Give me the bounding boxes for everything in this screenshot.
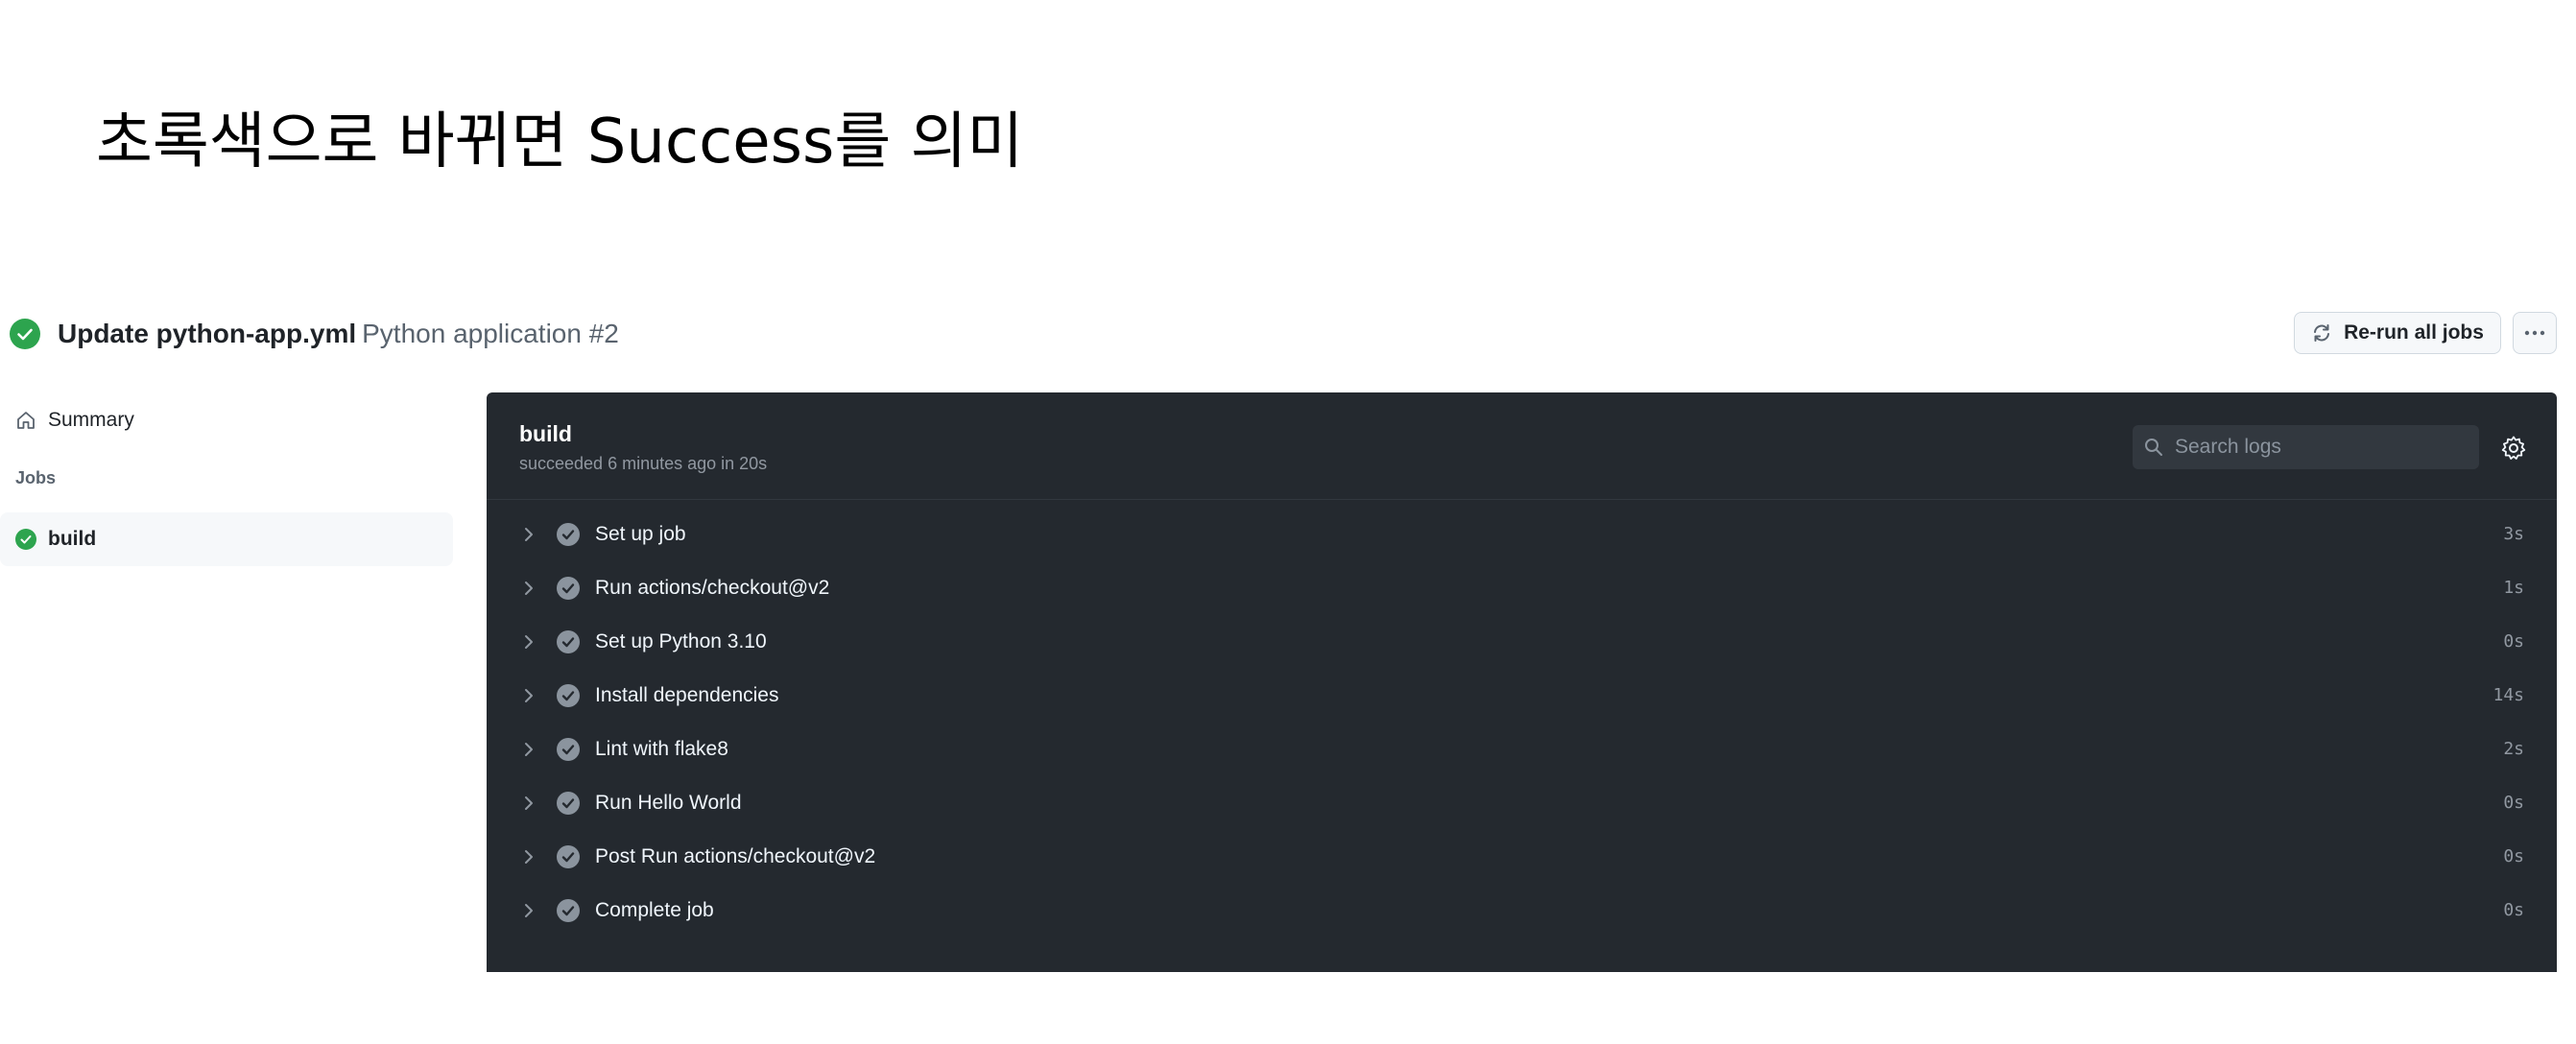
workflow-label: Python application #2	[362, 319, 619, 348]
step-duration: 1s	[2503, 578, 2524, 598]
chevron-right-icon	[525, 743, 533, 756]
step-row[interactable]: Set up job 3s	[487, 508, 2557, 561]
sidebar-job-label: build	[48, 528, 97, 550]
check-circle-fill-icon	[10, 319, 40, 349]
sync-icon	[2314, 324, 2330, 342]
home-icon	[17, 412, 35, 429]
step-duration: 2s	[2503, 739, 2524, 759]
job-log-panel: build succeeded 6 minutes ago in 20s Set…	[487, 392, 2557, 972]
search-logs-field[interactable]	[2133, 425, 2479, 469]
job-name: build	[519, 421, 572, 446]
sidebar-summary-label: Summary	[48, 409, 134, 431]
step-row[interactable]: Set up Python 3.10 0s	[487, 615, 2557, 669]
check-circle-fill-icon	[557, 845, 580, 868]
step-row[interactable]: Install dependencies 14s	[487, 669, 2557, 723]
run-title: Update python-app.yml Python application …	[58, 311, 619, 357]
step-duration: 0s	[2503, 846, 2524, 866]
step-name: Lint with flake8	[595, 738, 728, 760]
rerun-all-jobs-label: Re-run all jobs	[2344, 321, 2484, 344]
sidebar-item-summary[interactable]: Summary	[0, 393, 453, 447]
step-row[interactable]: Run actions/checkout@v2 1s	[487, 561, 2557, 615]
step-name: Run actions/checkout@v2	[595, 577, 830, 599]
check-circle-fill-icon	[557, 630, 580, 653]
step-row[interactable]: Post Run actions/checkout@v2 0s	[487, 830, 2557, 884]
chevron-right-icon	[525, 850, 533, 864]
job-meta: succeeded 6 minutes ago in 20s	[519, 454, 768, 473]
step-row[interactable]: Complete job 0s	[487, 884, 2557, 937]
chevron-right-icon	[525, 904, 533, 917]
step-name: Post Run actions/checkout@v2	[595, 845, 876, 867]
chevron-right-icon	[525, 689, 533, 702]
sidebar-item-build[interactable]: build	[0, 512, 453, 566]
commit-title[interactable]: Update python-app.yml	[58, 319, 356, 348]
step-duration: 0s	[2503, 900, 2524, 920]
run-header: Update python-app.yml Python application …	[0, 311, 2576, 357]
check-circle-fill-icon	[557, 792, 580, 815]
gear-icon[interactable]	[2500, 435, 2527, 462]
step-row[interactable]: Lint with flake8 2s	[487, 723, 2557, 776]
kebab-horizontal-icon	[2524, 330, 2545, 336]
chevron-right-icon	[525, 796, 533, 810]
search-icon	[2145, 439, 2162, 456]
step-name: Complete job	[595, 899, 714, 921]
log-header: build succeeded 6 minutes ago in 20s	[487, 392, 2557, 500]
check-circle-fill-icon	[557, 684, 580, 707]
step-name: Set up job	[595, 523, 686, 545]
check-circle-fill-icon	[15, 529, 36, 550]
more-options-button[interactable]	[2513, 312, 2557, 354]
step-row[interactable]: Run Hello World 0s	[487, 776, 2557, 830]
rerun-all-jobs-button[interactable]: Re-run all jobs	[2294, 312, 2501, 354]
jobs-heading: Jobs	[15, 468, 57, 487]
check-circle-fill-icon	[557, 899, 580, 922]
search-logs-input[interactable]	[2173, 435, 2465, 460]
chevron-right-icon	[525, 528, 533, 541]
step-duration: 3s	[2503, 524, 2524, 544]
check-circle-fill-icon	[557, 523, 580, 546]
chevron-right-icon	[525, 581, 533, 595]
step-duration: 0s	[2503, 631, 2524, 652]
step-name: Install dependencies	[595, 684, 779, 706]
slide-title: 초록색으로 바뀌면 Success를 의미	[96, 107, 1024, 178]
step-duration: 0s	[2503, 793, 2524, 813]
chevron-right-icon	[525, 635, 533, 649]
step-duration: 14s	[2493, 685, 2524, 705]
check-circle-fill-icon	[557, 738, 580, 761]
step-name: Set up Python 3.10	[595, 630, 767, 652]
step-name: Run Hello World	[595, 792, 742, 814]
check-circle-fill-icon	[557, 577, 580, 600]
